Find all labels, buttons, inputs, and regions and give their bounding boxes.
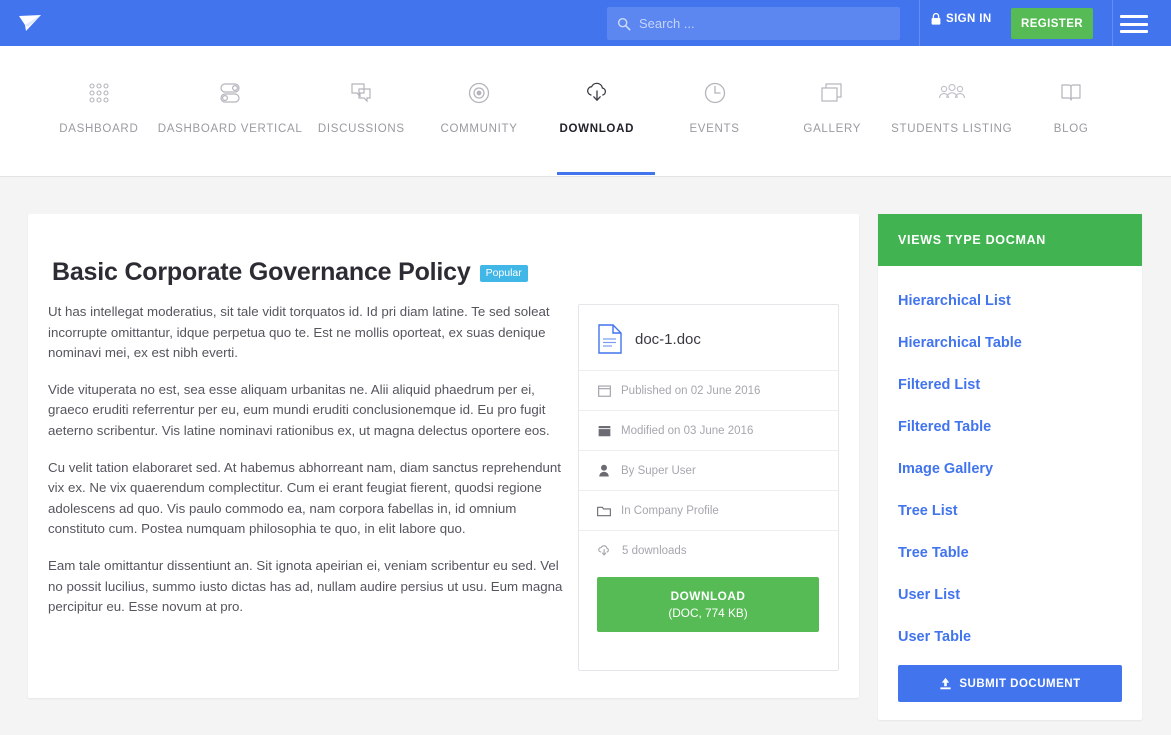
top-bar: SIGN IN REGISTER: [0, 0, 1171, 46]
cloud-download-icon: [597, 544, 612, 557]
nav-label: DISCUSSIONS: [317, 123, 405, 135]
sidebar-item-filtered-table[interactable]: Filtered Table: [878, 406, 1142, 448]
document-meta-downloads: 5 downloads: [579, 530, 838, 570]
hamburger-bar: [1120, 15, 1148, 18]
calendar-outline-icon: [597, 384, 611, 397]
calendar-filled-icon: [597, 424, 611, 437]
active-tab-indicator: [557, 172, 655, 175]
sign-in-button[interactable]: SIGN IN: [931, 13, 992, 25]
nav-label: DASHBOARD VERTICAL: [157, 123, 303, 135]
nav-item-download[interactable]: DOWNLOAD: [538, 74, 656, 135]
nav-item-list: DASHBOARD DASHBOARD VERTICAL DISCUSSIONS…: [40, 74, 1130, 135]
search-box[interactable]: [607, 7, 900, 40]
document-info-card: doc-1.doc Published on 02 June 2016 Modi…: [578, 304, 839, 671]
body-paragraph: Ut has intellegat moderatius, sit tale v…: [48, 304, 550, 361]
body-paragraph: Cu velit tation elaboraret sed. At habem…: [48, 459, 561, 537]
paper-plane-icon: [19, 15, 41, 31]
page-title-row: Basic Corporate Governance Policy Popula…: [52, 258, 528, 287]
user-icon: [597, 464, 611, 477]
meta-text: In Company Profile: [621, 504, 719, 517]
site-logo[interactable]: [0, 0, 60, 46]
clock-icon: [702, 74, 728, 112]
nav-item-community[interactable]: COMMUNITY: [420, 74, 538, 135]
submit-document-label: SUBMIT DOCUMENT: [959, 677, 1081, 690]
main-navigation: DASHBOARD DASHBOARD VERTICAL DISCUSSIONS…: [0, 46, 1171, 177]
folder-icon: [597, 505, 611, 517]
document-icon: [598, 324, 622, 354]
sidebar-item-user-table[interactable]: User Table: [878, 616, 1142, 658]
document-body: Ut has intellegat moderatius, sit tale v…: [48, 302, 570, 634]
search-icon: [617, 17, 631, 30]
nav-label: COMMUNITY: [440, 123, 518, 135]
document-content-card: Basic Corporate Governance Policy Popula…: [28, 214, 859, 698]
download-button[interactable]: DOWNLOAD (DOC, 774 KB): [597, 577, 819, 632]
meta-text: Published on 02 June 2016: [621, 384, 761, 397]
cloud-download-icon: [582, 74, 612, 112]
page-title: Basic Corporate Governance Policy: [52, 258, 471, 286]
stacked-squares-icon: [818, 74, 846, 112]
sidebar-item-image-gallery[interactable]: Image Gallery: [878, 448, 1142, 490]
sidebar-item-hierarchical-list[interactable]: Hierarchical List: [878, 280, 1142, 322]
nav-item-blog[interactable]: BLOG: [1012, 74, 1130, 135]
circle-target-icon: [466, 74, 492, 112]
nav-label: STUDENTS LISTING: [891, 123, 1013, 135]
submit-document-button[interactable]: SUBMIT DOCUMENT: [898, 665, 1122, 702]
nav-item-events[interactable]: EVENTS: [656, 74, 774, 135]
download-button-sublabel: (DOC, 774 KB): [668, 606, 748, 620]
nav-label: DOWNLOAD: [559, 123, 635, 135]
body-paragraph: Vide vituperata no est, sea esse aliquam…: [48, 381, 550, 439]
lock-icon: [931, 13, 941, 25]
nav-label: BLOG: [1053, 123, 1089, 135]
sidebar-item-hierarchical-table[interactable]: Hierarchical Table: [878, 322, 1142, 364]
toggle-switches-icon: [215, 74, 245, 112]
hamburger-bar: [1120, 30, 1148, 33]
views-sidebar: VIEWS TYPE DOCMAN Hierarchical List Hier…: [878, 214, 1142, 720]
nav-item-gallery[interactable]: GALLERY: [773, 74, 891, 135]
nav-item-discussions[interactable]: DISCUSSIONS: [302, 74, 420, 135]
hamburger-menu-icon[interactable]: [1120, 15, 1148, 33]
sidebar-item-user-list[interactable]: User List: [878, 574, 1142, 616]
hamburger-bar: [1120, 22, 1148, 26]
status-badge: Popular: [479, 265, 528, 282]
document-meta-folder: In Company Profile: [579, 490, 838, 530]
document-meta-published: Published on 02 June 2016: [579, 370, 838, 410]
document-file-row[interactable]: doc-1.doc: [579, 305, 838, 370]
chat-bubbles-icon: [348, 74, 374, 112]
search-input[interactable]: [639, 13, 889, 34]
grid-dots-icon: [86, 74, 112, 112]
nav-label: DASHBOARD: [59, 123, 139, 135]
sidebar-link-list: Hierarchical List Hierarchical Table Fil…: [878, 266, 1142, 658]
sign-in-label: SIGN IN: [946, 13, 992, 25]
document-file-name: doc-1.doc: [635, 330, 701, 348]
sidebar-item-tree-table[interactable]: Tree Table: [878, 532, 1142, 574]
nav-label: EVENTS: [689, 123, 740, 135]
register-button[interactable]: REGISTER: [1011, 8, 1093, 39]
meta-text: Modified on 03 June 2016: [621, 424, 754, 437]
body-paragraph: Eam tale omittantur dissentiunt an. Sit …: [48, 558, 563, 615]
topbar-divider-right: [1112, 0, 1113, 46]
document-meta-author: By Super User: [579, 450, 838, 490]
nav-item-dashboard-vertical[interactable]: DASHBOARD VERTICAL: [158, 74, 303, 135]
people-group-icon: [935, 74, 969, 112]
download-button-label: DOWNLOAD: [670, 589, 746, 603]
topbar-divider-left: [919, 0, 920, 46]
nav-item-dashboard[interactable]: DASHBOARD: [40, 74, 158, 135]
upload-icon: [940, 677, 951, 690]
sidebar-item-filtered-list[interactable]: Filtered List: [878, 364, 1142, 406]
nav-item-students-listing[interactable]: STUDENTS LISTING: [891, 74, 1012, 135]
meta-text: 5 downloads: [622, 544, 687, 557]
document-meta-modified: Modified on 03 June 2016: [579, 410, 838, 450]
sidebar-header: VIEWS TYPE DOCMAN: [878, 214, 1142, 266]
sidebar-item-tree-list[interactable]: Tree List: [878, 490, 1142, 532]
open-book-icon: [1058, 74, 1084, 112]
nav-label: GALLERY: [803, 123, 862, 135]
meta-text: By Super User: [621, 464, 696, 477]
